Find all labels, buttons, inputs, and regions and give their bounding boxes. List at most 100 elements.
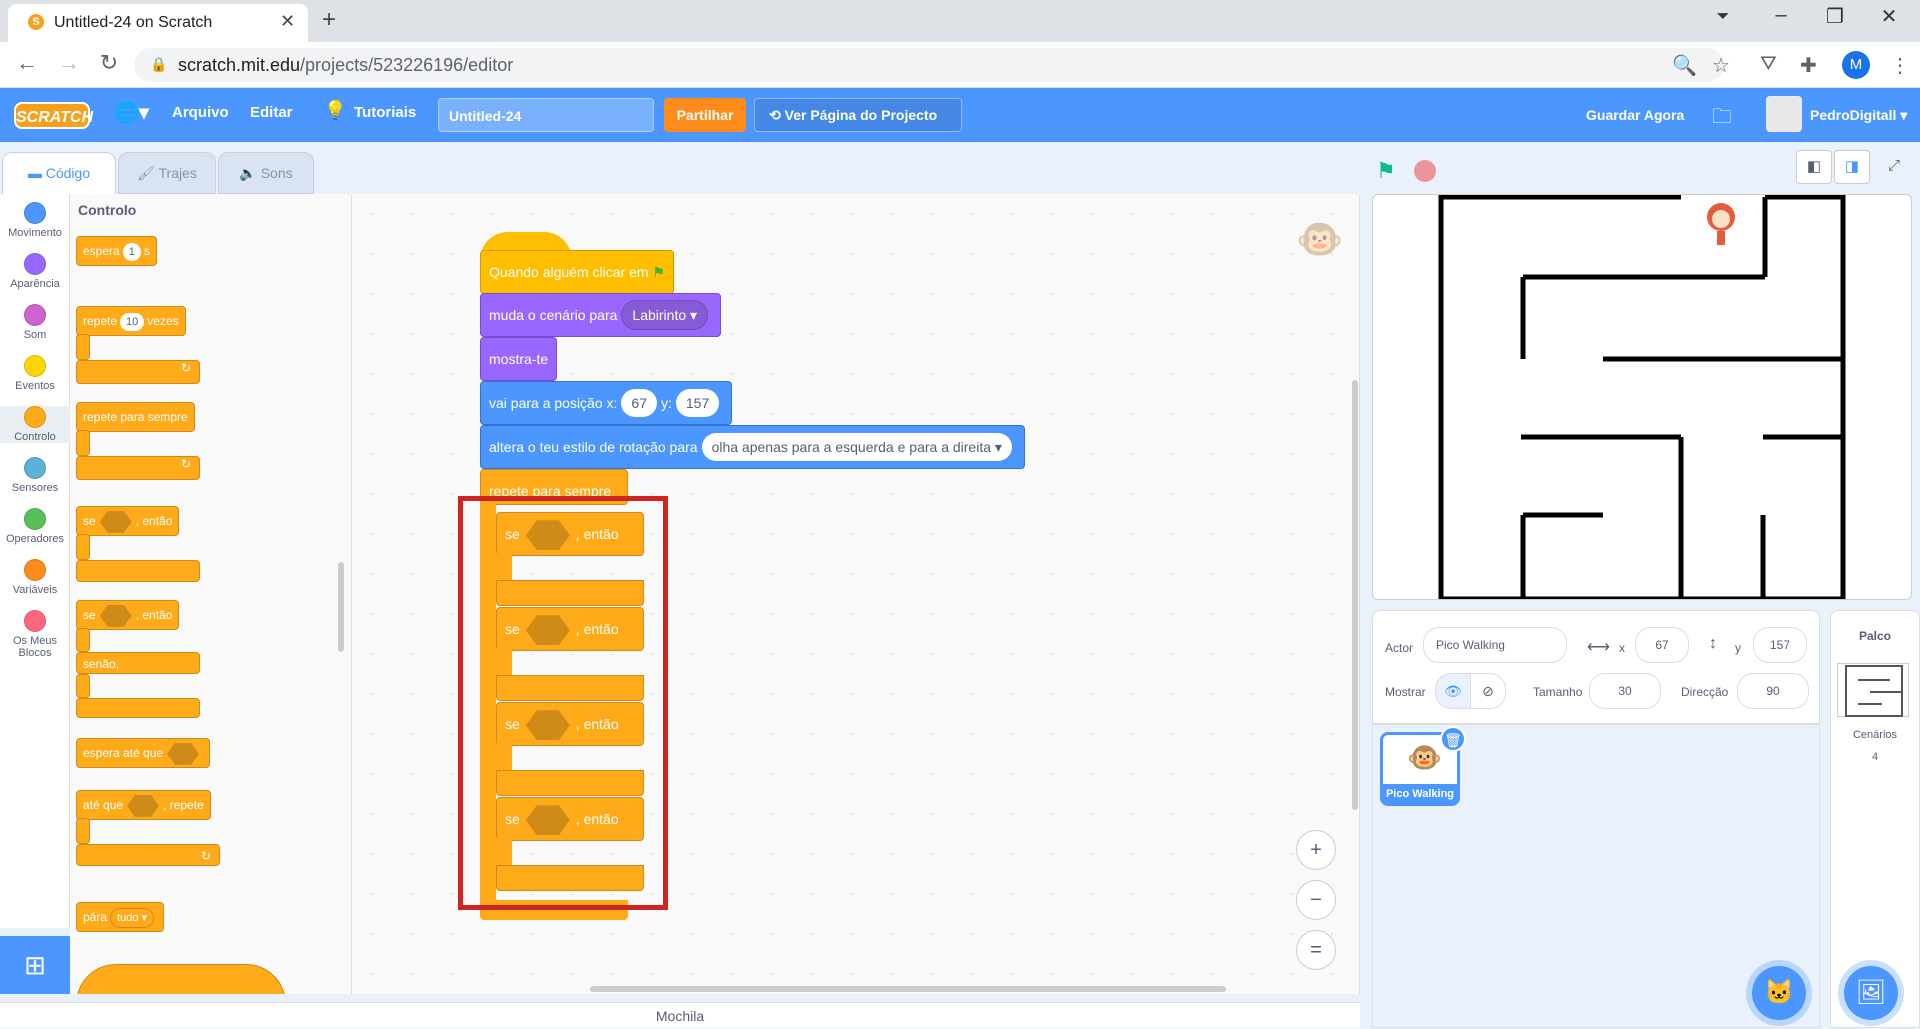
- user-avatar[interactable]: [1766, 96, 1802, 132]
- pico-sprite[interactable]: [1707, 203, 1735, 245]
- new-tab-icon[interactable]: +: [322, 6, 336, 34]
- repeat-block[interactable]: repete 10 vezes: [76, 306, 186, 336]
- category-os-meus-blocos[interactable]: Os Meus Blocos: [0, 610, 70, 659]
- edit-menu[interactable]: Editar: [250, 104, 293, 121]
- category-som[interactable]: Som: [0, 304, 70, 341]
- if-label: se: [83, 608, 96, 622]
- category-movimento[interactable]: Movimento: [0, 202, 70, 239]
- category-label: Operadores: [5, 533, 65, 545]
- restore-icon[interactable]: ❐: [1812, 4, 1858, 29]
- close-window-icon[interactable]: ✕: [1866, 4, 1912, 29]
- zoom-reset-button[interactable]: =: [1296, 930, 1336, 970]
- bookmark-star-icon[interactable]: ☆: [1712, 53, 1730, 78]
- category-variáveis[interactable]: Variáveis: [0, 559, 70, 596]
- if-else-block[interactable]: se , então: [76, 600, 180, 630]
- close-tab-icon[interactable]: ✕: [280, 11, 295, 32]
- tutorials-menu[interactable]: Tutoriais: [354, 104, 416, 121]
- wait-block[interactable]: espera 1 s: [76, 236, 157, 266]
- wait-input[interactable]: 1: [122, 243, 141, 261]
- if-then-block[interactable]: se , então: [76, 506, 180, 536]
- category-aparência[interactable]: Aparência: [0, 253, 70, 290]
- forward-icon[interactable]: →: [54, 50, 84, 76]
- green-flag-button[interactable]: ⚑: [1376, 158, 1396, 184]
- project-title-input[interactable]: Untitled-24: [438, 98, 654, 132]
- tab-costumes[interactable]: 🖌 Trajes: [118, 152, 216, 194]
- minimize-icon[interactable]: –: [1758, 4, 1804, 27]
- when-flag-clicked-block[interactable]: Quando alguém clicar em ⚑: [480, 250, 674, 294]
- add-sprite-button[interactable]: 🐱: [1752, 966, 1806, 1020]
- username-menu[interactable]: PedroDigitall ▾: [1810, 107, 1907, 124]
- switch-backdrop-block[interactable]: muda o cenário para Labirinto ▾: [480, 293, 722, 337]
- category-label: Eventos: [15, 380, 55, 392]
- small-stage-icon[interactable]: ◧: [1796, 150, 1832, 184]
- back-icon[interactable]: ←: [12, 50, 42, 76]
- x-position-input[interactable]: 67: [1635, 627, 1689, 663]
- repeat-until-block[interactable]: até que , repete: [76, 790, 211, 820]
- vertical-scrollbar[interactable]: [1352, 380, 1358, 810]
- condition-slot[interactable]: [99, 604, 132, 627]
- stage-canvas[interactable]: [1372, 194, 1912, 600]
- show-visible-eye-icon[interactable]: 👁: [1435, 673, 1471, 709]
- tab-code[interactable]: ▬ Código: [2, 152, 116, 194]
- forever-block[interactable]: repete para sempre: [76, 402, 195, 432]
- see-project-page-button[interactable]: ⟲ Ver Página do Projecto: [754, 98, 962, 132]
- direction-input[interactable]: 90: [1737, 673, 1809, 709]
- tab-search-icon[interactable]: ⏷: [1700, 8, 1746, 26]
- share-button[interactable]: Partilhar: [664, 98, 746, 132]
- category-dot-icon: [24, 355, 46, 377]
- horizontal-scrollbar[interactable]: [590, 986, 1226, 992]
- x-input[interactable]: 67: [621, 389, 657, 417]
- sprite-name-input[interactable]: Pico Walking: [1423, 627, 1567, 663]
- tab-sounds[interactable]: 🔈 Sons: [218, 152, 314, 194]
- size-input[interactable]: 30: [1589, 673, 1661, 709]
- profile-avatar[interactable]: M: [1842, 51, 1870, 79]
- direction-label: Direcção: [1681, 685, 1729, 699]
- wait-until-block[interactable]: espera até que: [76, 738, 211, 768]
- category-eventos[interactable]: Eventos: [0, 355, 70, 392]
- y-input[interactable]: 157: [675, 389, 720, 417]
- add-backdrop-button[interactable]: 🖼: [1844, 966, 1898, 1020]
- stage-selector[interactable]: Palco Cenários 4: [1830, 610, 1920, 1028]
- stop-block[interactable]: pára tudo ▾: [76, 902, 165, 932]
- my-stuff-folder-icon[interactable]: 🗀: [1712, 102, 1732, 136]
- file-menu[interactable]: Arquivo: [172, 104, 229, 121]
- zoom-icon[interactable]: 🔍: [1672, 53, 1697, 78]
- repeat-input[interactable]: 10: [120, 313, 145, 331]
- y-position-input[interactable]: 157: [1753, 627, 1807, 663]
- show-block[interactable]: mostra-te: [480, 337, 558, 381]
- go-to-xy-block[interactable]: vai para a posição x: 67 y: 157: [480, 381, 733, 425]
- condition-slot[interactable]: [167, 742, 200, 765]
- browser-tab[interactable]: S Untitled-24 on Scratch ✕: [8, 4, 308, 42]
- fullscreen-icon[interactable]: ⤢: [1876, 150, 1912, 184]
- scratch-logo[interactable]: SCRATCH: [14, 102, 93, 129]
- url-input[interactable]: 🔒 scratch.mit.edu/projects/523226196/edi…: [134, 48, 1724, 82]
- category-sensores[interactable]: Sensores: [0, 457, 70, 494]
- zoom-in-button[interactable]: +: [1296, 830, 1336, 870]
- add-extension-button[interactable]: ⊞: [0, 936, 70, 994]
- backdrop-dropdown[interactable]: Labirinto ▾: [621, 300, 709, 330]
- reload-icon[interactable]: ↻: [94, 50, 124, 76]
- delete-sprite-icon[interactable]: 🗑: [1440, 726, 1466, 752]
- save-now-button[interactable]: Guardar Agora: [1586, 107, 1684, 123]
- category-controlo[interactable]: Controlo: [0, 406, 70, 443]
- hat-block-partial[interactable]: [76, 964, 286, 994]
- condition-slot[interactable]: [127, 794, 160, 817]
- then-label: , então: [135, 514, 173, 528]
- large-stage-icon[interactable]: ◨: [1834, 150, 1870, 184]
- rotation-dropdown[interactable]: olha apenas para a esquerda e para a dir…: [701, 433, 1012, 461]
- puzzle-extensions-icon[interactable]: ✚: [1800, 53, 1817, 78]
- stop-dropdown[interactable]: tudo ▾: [110, 908, 155, 928]
- extension-icon[interactable]: ⛛: [1760, 53, 1777, 76]
- category-operadores[interactable]: Operadores: [0, 508, 70, 545]
- palette-scrollbar[interactable]: [338, 562, 344, 652]
- language-globe-icon[interactable]: 🌐▾: [114, 100, 149, 125]
- stop-button[interactable]: [1414, 160, 1436, 182]
- hide-eye-slash-icon[interactable]: ⊘: [1470, 673, 1506, 709]
- backpack-bar[interactable]: Mochila: [0, 1002, 1360, 1028]
- set-rotation-style-block[interactable]: altera o teu estilo de rotação para olha …: [480, 425, 1025, 469]
- zoom-out-button[interactable]: −: [1296, 880, 1336, 920]
- sprite-card-name: Pico Walking: [1382, 784, 1458, 804]
- browser-menu-icon[interactable]: ⋮: [1890, 53, 1910, 78]
- condition-slot[interactable]: [99, 510, 132, 533]
- y-label: y:: [660, 395, 672, 411]
